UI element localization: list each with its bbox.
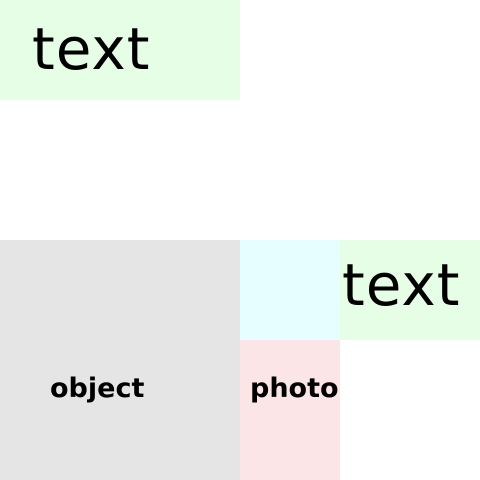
photo-region (240, 340, 340, 480)
text-label-top-left: text (32, 15, 151, 83)
object-region (0, 240, 240, 480)
text-label-right: text (342, 251, 461, 319)
photo-label: photo (250, 373, 339, 404)
cyan-region (240, 240, 340, 340)
object-label: object (50, 373, 145, 404)
